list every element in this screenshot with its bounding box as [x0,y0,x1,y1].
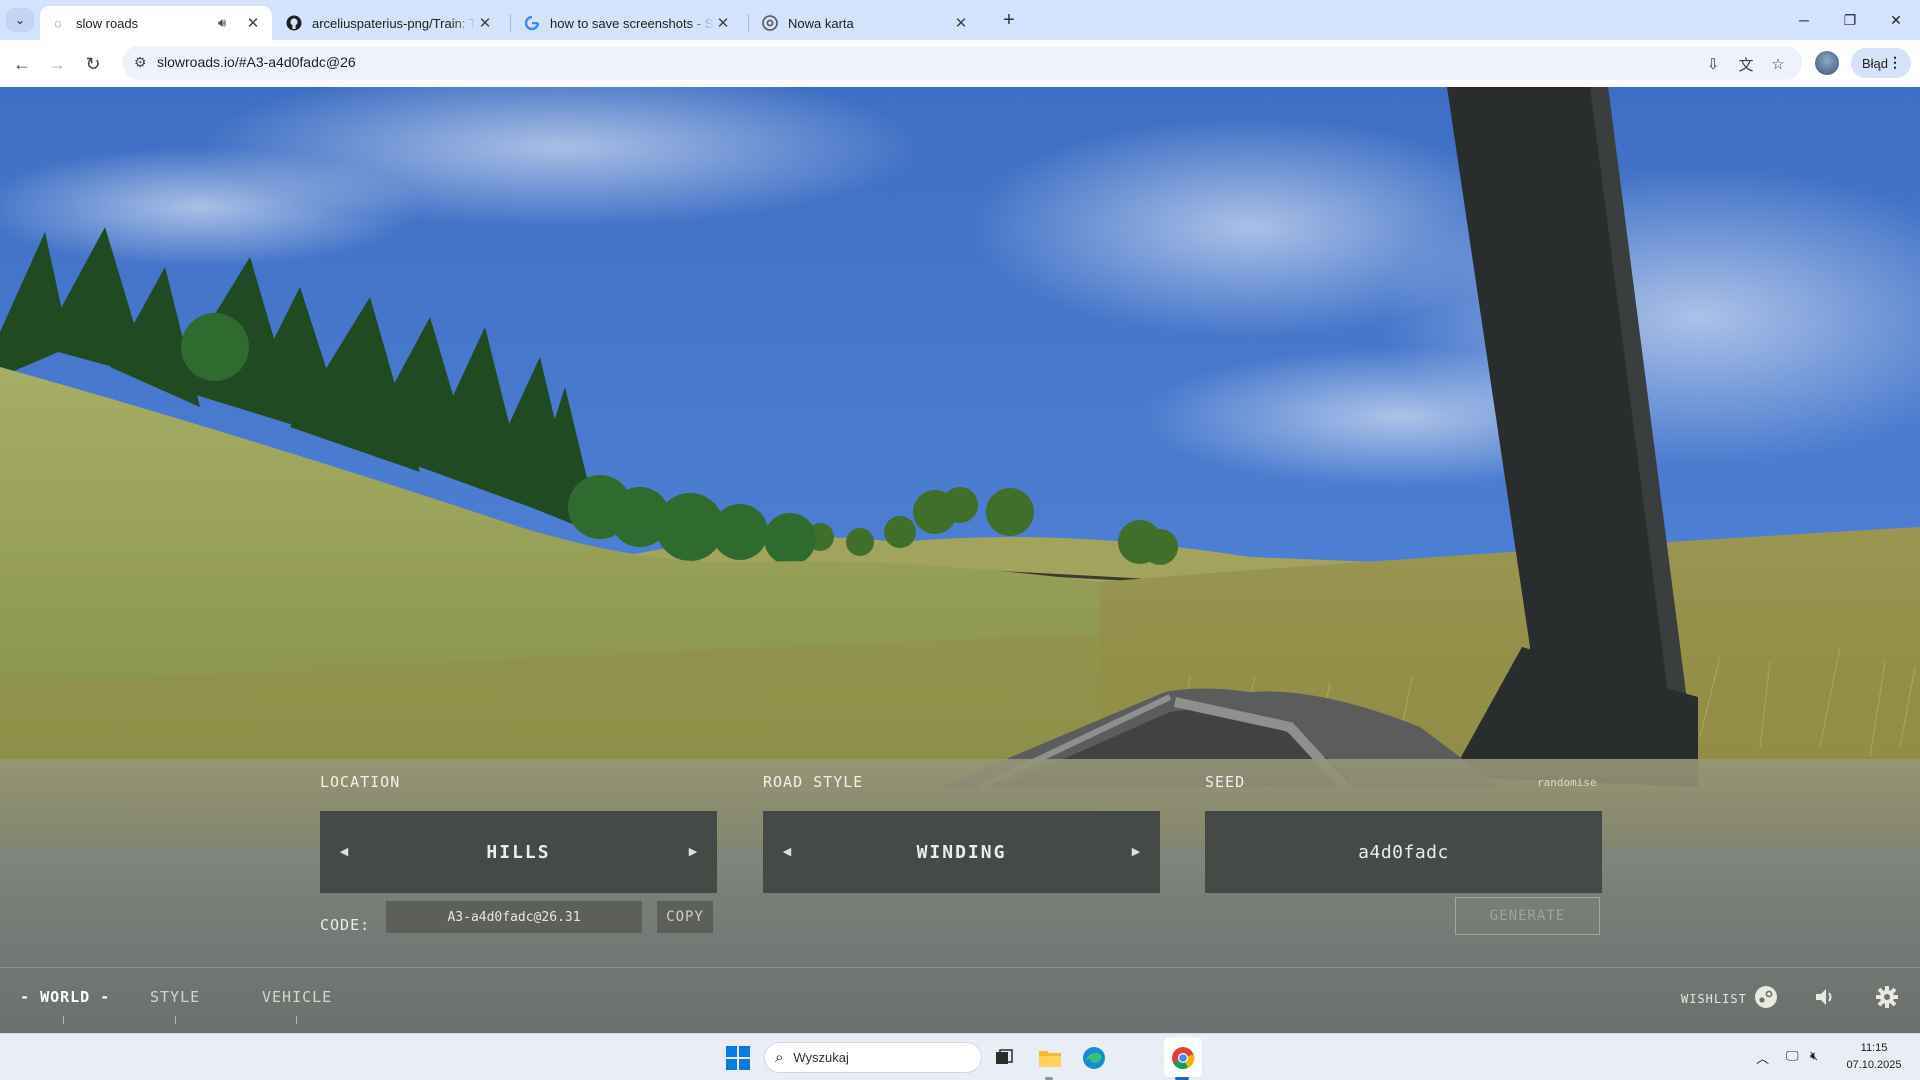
generate-button[interactable]: GENERATE [1455,897,1600,935]
game-viewport[interactable]: LOCATION ROAD STYLE SEED randomise ◀ HIL… [0,87,1920,1033]
tab-strip: ⌄ ◌ slow roads 🔊︎ ✕ arceliuspaterius-png… [0,0,1920,40]
tab-search-button[interactable]: ⌄ [6,8,34,32]
profile-status-label: Błąd [1862,55,1889,71]
back-button[interactable]: ← [7,49,37,79]
edge-button[interactable] [1078,1042,1110,1074]
tab-title: how to save screenshots - Szuk [550,15,714,31]
taskbar-search[interactable]: ⌕ Wyszukaj [764,1042,982,1073]
road-style-value: WINDING [916,841,1007,863]
chevron-down-icon: ⌄ [14,13,26,27]
profile-avatar[interactable] [1815,51,1839,75]
tab-world[interactable]: - WORLD - [20,988,110,1006]
windows-logo-icon [726,1046,750,1070]
randomise-link[interactable]: randomise [1537,776,1597,789]
road-style-selector: ◀ WINDING ▶ [763,811,1160,893]
tab-github[interactable]: arceliuspaterius-png/Train: TTT ✕ [276,6,504,40]
clock-date: 07.10.2025 [1846,1059,1902,1071]
tab-title: Nowa karta [788,15,854,31]
code-label: CODE: [320,916,371,934]
windows-taskbar: ⌕ Wyszukaj ︿ 🖵︎ 🔇︎ 11:15 07.10.2025 [0,1033,1920,1080]
location-next-button[interactable]: ▶ [683,839,703,863]
site-info-icon[interactable]: ⚙︎ [134,54,147,71]
restore-icon: ❐ [1843,11,1857,28]
install-app-icon[interactable]: ⇩ [1702,53,1724,75]
task-view-button[interactable] [988,1042,1020,1074]
tab-world-label: WORLD [40,988,91,1006]
address-bar[interactable]: ⚙︎ slowroads.io/#A3-a4d0fadc@26 ⇩ 文 ☆ [122,46,1802,80]
wishlist-label: WISHLIST [1681,992,1747,1006]
close-icon[interactable]: ✕ [476,14,494,32]
github-icon [286,15,302,31]
road-style-next-button[interactable]: ▶ [1126,839,1146,863]
chrome-button[interactable] [1167,1042,1199,1074]
wishlist-link[interactable]: WISHLIST [1681,992,1747,1006]
location-prev-button[interactable]: ◀ [334,839,354,863]
road-style-prev-button[interactable]: ◀ [777,839,797,863]
location-label: LOCATION [320,773,401,791]
restore-button[interactable]: ❐ [1832,6,1868,34]
volume-muted-icon[interactable]: 🔇︎ [1810,1048,1818,1064]
road-style-label: ROAD STYLE [763,773,864,791]
clock-time: 11:15 [1860,1042,1888,1054]
speaker-icon[interactable]: 🔊︎ [218,15,236,31]
close-icon: ✕ [1890,11,1902,28]
close-window-button[interactable]: ✕ [1878,6,1914,34]
new-tab-button[interactable]: + [996,8,1022,32]
tab-new-tab[interactable]: Nowa karta ✕ [752,6,980,40]
close-icon[interactable]: ✕ [714,14,732,32]
volume-icon[interactable] [1812,984,1838,1010]
kebab-menu-icon[interactable]: ⋮ [1888,54,1902,71]
close-icon[interactable]: ✕ [952,14,970,32]
star-icon[interactable]: ☆ [1767,53,1789,75]
network-icon[interactable]: 🖵︎ [1786,1048,1799,1064]
steam-icon[interactable] [1753,984,1779,1010]
search-placeholder: Wyszukaj [793,1050,849,1065]
chevron-up-icon[interactable]: ︿ [1756,1048,1769,1067]
forward-button[interactable]: → [42,49,72,79]
arrow-left-icon: ← [13,53,31,74]
file-explorer-button[interactable] [1034,1042,1066,1074]
search-icon: ⌕ [775,1049,784,1066]
game-nav-bar: - WORLD - STYLE VEHICLE WISHLIST [0,968,1920,1033]
edge-icon [1083,1047,1105,1069]
start-button[interactable] [722,1042,754,1074]
seed-label: SEED [1205,773,1246,791]
browser-toolbar: ← → ↻ ⚙︎ slowroads.io/#A3-a4d0fadc@26 ⇩ … [0,40,1920,87]
reload-button[interactable]: ↻ [78,49,108,79]
seed-value[interactable]: a4d0fadc [1358,842,1449,863]
tab-vehicle[interactable]: VEHICLE [262,988,332,1006]
location-selector: ◀ HILLS ▶ [320,811,717,893]
code-field[interactable]: A3-a4d0fadc@26.31 [386,901,642,933]
gear-icon[interactable] [1874,984,1900,1010]
system-clock[interactable]: 11:15 07.10.2025 [1838,1040,1910,1074]
task-view-icon [996,1049,1013,1064]
translate-icon[interactable]: 文 [1735,53,1757,75]
folder-icon [1039,1051,1061,1067]
minimize-icon: ─ [1799,12,1809,28]
google-icon [524,15,540,31]
seed-input[interactable]: a4d0fadc [1205,811,1602,893]
tab-google-search[interactable]: how to save screenshots - Szuk ✕ [514,6,742,40]
globe-icon: ◌ [54,15,62,31]
tab-style[interactable]: STYLE [150,988,200,1006]
chrome-icon [1172,1047,1195,1069]
copy-button[interactable]: COPY [657,901,713,933]
plus-icon: + [1003,8,1015,31]
close-icon[interactable]: ✕ [244,14,262,32]
location-value: HILLS [486,841,551,863]
tab-title: slow roads [76,15,139,31]
url-text[interactable]: slowroads.io/#A3-a4d0fadc@26 [157,54,356,70]
tab-title: arceliuspaterius-png/Train: TTT [312,15,476,31]
reload-icon: ↻ [85,53,101,74]
chrome-icon [762,15,778,31]
minimize-button[interactable]: ─ [1786,6,1822,34]
profile-error-button[interactable]: Błąd ⋮ [1851,48,1911,78]
tab-slow-roads[interactable]: ◌ slow roads 🔊︎ ✕ [40,6,272,40]
arrow-right-icon: → [48,53,66,74]
